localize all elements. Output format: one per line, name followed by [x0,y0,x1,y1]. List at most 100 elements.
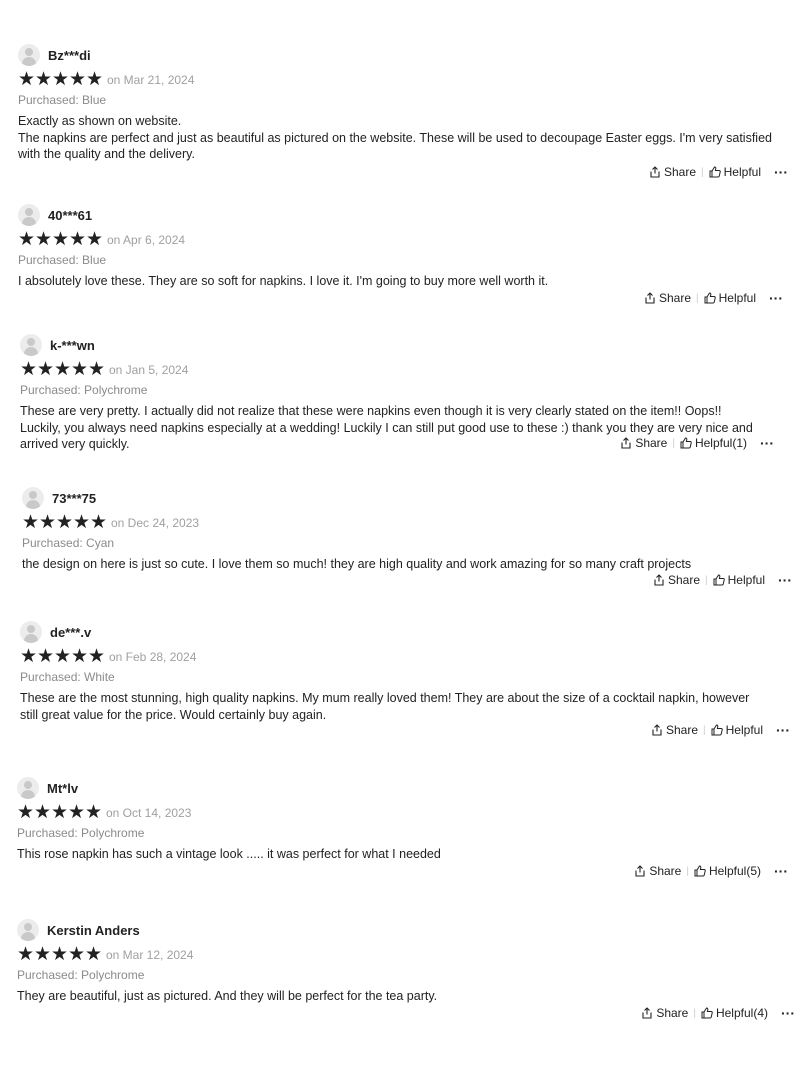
share-icon [652,724,662,736]
purchased-variant: Purchased: Polychrome [17,968,145,982]
star-icon: ★ [20,646,38,667]
share-icon [635,865,645,877]
star-icon: ★ [68,802,86,823]
star-icon: ★ [71,646,89,667]
review-item: Kerstin Anders ★ ★ ★ ★ ★ on Mar 12, 2024 Pur… [17,919,795,1020]
helpful-label: Helpful [723,165,761,179]
purchased-variant: Purchased: Polychrome [17,826,145,840]
share-button[interactable]: Share [634,864,681,878]
review-item: 40***61 ★ ★ ★ ★ ★ on Apr 6, 2024 Purchased: … [18,204,788,305]
review-text: These are the most stunning, high qualit… [20,690,770,723]
star-rating: ★ ★ ★ ★ ★ [17,802,103,823]
review-date: on Dec 24, 2023 [111,515,200,530]
star-icon: ★ [88,359,106,380]
reviews-list: Bz***di ★ ★ ★ ★ ★ on Mar 21, 2024 Purchased:… [0,0,800,1073]
thumbs-up-icon [713,574,725,586]
helpful-button[interactable]: Helpful [704,291,756,305]
helpful-label: Helpful [727,573,765,587]
review-body: The napkins are perfect and just as beau… [18,130,772,162]
more-options-button[interactable]: ··· [781,1006,795,1020]
star-icon: ★ [34,944,52,965]
share-button[interactable]: Share [651,723,698,737]
helpful-label: Helpful [725,723,763,737]
review-title: Exactly as shown on website. [18,114,182,128]
share-button[interactable]: Share [620,436,667,450]
share-label: Share [668,573,701,587]
thumbs-up-icon [709,166,721,178]
avatar [17,777,39,799]
star-icon: ★ [69,229,87,250]
share-button[interactable]: Share [653,573,700,587]
star-icon: ★ [56,512,74,533]
thumbs-up-icon [680,437,692,449]
review-item: Mt*lv ★ ★ ★ ★ ★ on Oct 14, 2023 Purchased: P… [17,777,788,878]
more-options-button[interactable]: ··· [776,723,790,737]
star-rating: ★ ★ ★ ★ ★ [20,359,106,380]
more-options-button[interactable]: ··· [774,864,788,878]
avatar [18,44,40,66]
review-body: the design on here is just so cute. I lo… [22,557,692,571]
more-options-button[interactable]: ··· [769,291,783,305]
thumbs-up-icon [694,865,706,877]
divider: | [696,292,699,304]
divider: | [703,724,706,736]
more-options-button[interactable]: ··· [760,436,774,450]
share-icon [621,437,631,449]
review-actions: Share | Helpful(4) ··· [641,1005,795,1021]
star-icon: ★ [54,646,72,667]
review-text: Exactly as shown on website. The napkins… [18,113,780,163]
avatar [20,621,42,643]
star-icon: ★ [90,512,108,533]
helpful-button[interactable]: Helpful(4) [701,1006,768,1020]
star-rating: ★ ★ ★ ★ ★ [18,229,103,250]
helpful-button[interactable]: Helpful [713,573,765,587]
share-button[interactable]: Share [649,165,696,179]
star-rating: ★ ★ ★ ★ ★ [18,69,103,90]
avatar [22,487,44,509]
avatar [18,204,40,226]
more-options-button[interactable]: ··· [774,165,788,179]
share-icon [654,574,664,586]
divider: | [672,437,675,449]
helpful-button[interactable]: Helpful [711,723,763,737]
star-icon: ★ [35,69,53,90]
star-icon: ★ [54,359,72,380]
review-item: de***.v ★ ★ ★ ★ ★ on Feb 28, 2024 Purchased:… [20,621,790,737]
review-body: I absolutely love these. They are so sof… [18,274,549,288]
purchased-variant: Purchased: Blue [18,93,107,107]
share-icon [642,1007,652,1019]
thumbs-up-icon [701,1007,713,1019]
divider: | [705,574,708,586]
helpful-button[interactable]: Helpful(5) [694,864,761,878]
more-options-button[interactable]: ··· [778,573,792,587]
star-icon: ★ [68,944,86,965]
review-actions: Share | Helpful(5) ··· [634,863,788,879]
star-icon: ★ [52,229,70,250]
helpful-button[interactable]: Helpful [709,165,761,179]
star-icon: ★ [52,69,70,90]
star-rating: ★ ★ ★ ★ ★ [17,944,103,965]
review-actions: Share | Helpful ··· [644,290,783,306]
star-icon: ★ [17,944,35,965]
review-body: They are beautiful, just as pictured. An… [17,989,438,1003]
reviewer-name: 40***61 [48,207,93,223]
share-icon [650,166,660,178]
share-button[interactable]: Share [644,291,691,305]
reviewer-name: Bz***di [48,47,91,63]
helpful-label: Helpful(5) [708,864,761,878]
star-icon: ★ [37,646,55,667]
review-actions: Share | Helpful ··· [653,572,792,588]
star-icon: ★ [85,802,103,823]
star-icon: ★ [71,359,89,380]
divider: | [693,1007,696,1019]
star-icon: ★ [39,512,57,533]
share-button[interactable]: Share [641,1006,688,1020]
helpful-label: Helpful(1) [694,436,747,450]
helpful-button[interactable]: Helpful(1) [680,436,747,450]
star-icon: ★ [34,802,52,823]
star-icon: ★ [18,229,36,250]
purchased-variant: Purchased: Blue [18,253,107,267]
share-icon [645,292,655,304]
star-icon: ★ [85,944,103,965]
review-actions: Share | Helpful(1) ··· [620,435,774,451]
